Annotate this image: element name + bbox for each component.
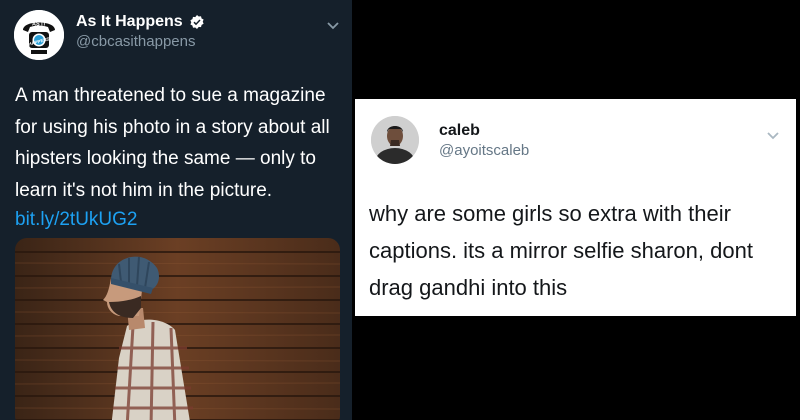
chevron-down-icon[interactable]	[326, 18, 340, 30]
tweet-text: A man threatened to sue a magazine for u…	[15, 85, 330, 201]
handle[interactable]: @cbcasithappens	[76, 33, 195, 50]
as-it-happens-logo: AS IT HAPPENS	[14, 10, 64, 60]
handle[interactable]: @ayoitscaleb	[439, 142, 529, 159]
tweet-caleb[interactable]: caleb @ayoitscaleb why are some girls so…	[355, 99, 796, 316]
avatar[interactable]: AS IT HAPPENS	[14, 10, 64, 60]
tweet-photo[interactable]	[15, 238, 340, 420]
svg-text:AS IT: AS IT	[32, 22, 47, 28]
hipster-photo	[15, 238, 340, 420]
tweet-cbc-as-it-happens[interactable]: AS IT HAPPENS As It Happens @cbcasithapp…	[0, 0, 352, 420]
display-name[interactable]: As It Happens	[76, 13, 183, 31]
author-row: As It Happens	[76, 13, 205, 31]
chevron-down-icon[interactable]	[766, 128, 780, 140]
display-name[interactable]: caleb	[439, 122, 480, 140]
verified-badge-icon	[189, 14, 205, 30]
profile-photo	[371, 116, 419, 164]
avatar[interactable]	[371, 116, 419, 164]
tweet-text: why are some girls so extra with their c…	[369, 201, 753, 300]
tweet-link[interactable]: bit.ly/2tUkUG2	[15, 204, 137, 236]
